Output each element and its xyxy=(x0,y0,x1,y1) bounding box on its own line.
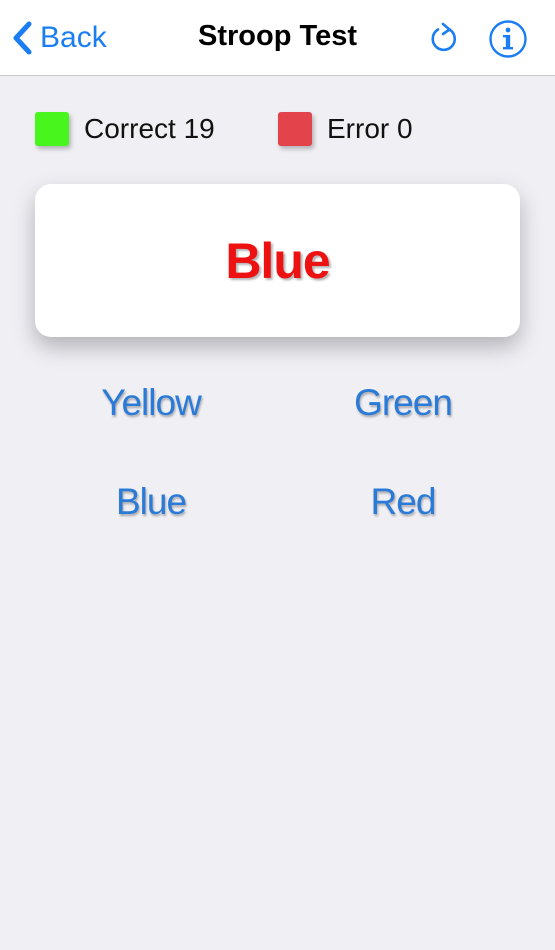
answer-button-red[interactable]: Red xyxy=(278,472,528,532)
correct-counter: Correct 19 xyxy=(35,110,215,148)
correct-swatch xyxy=(35,112,69,146)
stimulus-card: Blue xyxy=(35,184,520,337)
chevron-left-icon xyxy=(13,21,32,55)
answer-button-blue[interactable]: Blue xyxy=(26,472,276,532)
info-icon xyxy=(489,20,527,58)
navigation-bar: Back Stroop Test xyxy=(0,0,555,76)
answer-button-green[interactable]: Green xyxy=(278,373,528,433)
error-count: Error 0 xyxy=(327,113,413,144)
stimulus-word: Blue xyxy=(225,232,330,289)
correct-count: Correct 19 xyxy=(84,113,215,144)
back-label: Back xyxy=(40,21,107,54)
error-counter: Error 0 xyxy=(278,110,413,148)
refresh-button[interactable] xyxy=(426,21,462,57)
score-row: Correct 19 Error 0 xyxy=(0,110,555,148)
error-swatch xyxy=(278,112,312,146)
back-button[interactable]: Back xyxy=(12,18,107,58)
refresh-icon xyxy=(431,22,457,52)
info-button[interactable] xyxy=(488,19,528,59)
answer-button-yellow[interactable]: Yellow xyxy=(26,373,276,433)
